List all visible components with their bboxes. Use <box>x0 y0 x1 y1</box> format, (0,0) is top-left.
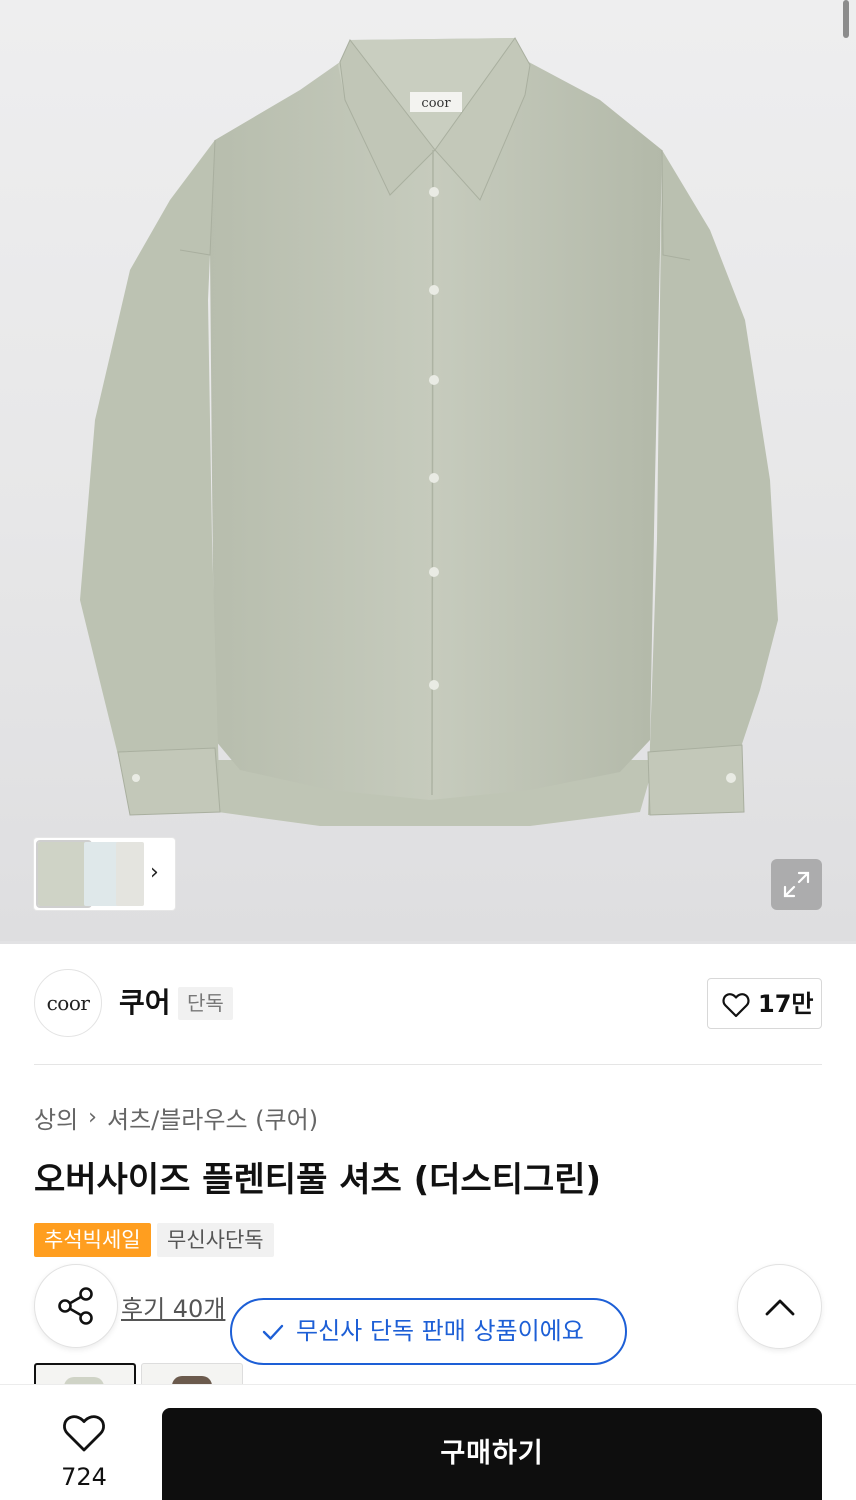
scroll-top-button[interactable] <box>737 1264 822 1349</box>
thumbnail-1[interactable] <box>36 840 92 908</box>
chevron-right-icon[interactable]: › <box>150 860 159 886</box>
product-image[interactable]: coor <box>0 0 856 943</box>
brand-name[interactable]: 쿠어 <box>119 984 171 1022</box>
heart-outline-icon[interactable] <box>62 1413 106 1453</box>
wish-count: 724 <box>61 1463 107 1491</box>
share-button[interactable] <box>34 1264 118 1348</box>
exclusive-toast: 무신사 단독 판매 상품이에요 <box>230 1298 627 1365</box>
share-icon <box>58 1287 93 1325</box>
review-link[interactable]: 후기 40개 <box>121 1292 225 1326</box>
chevron-right-icon: › <box>88 1104 97 1130</box>
toast-message: 무신사 단독 판매 상품이에요 <box>296 1317 584 1345</box>
brand-like-count: 17만 <box>758 990 814 1018</box>
divider <box>34 1064 822 1065</box>
breadcrumb-category[interactable]: 상의 <box>34 1100 78 1135</box>
check-icon <box>262 1324 284 1340</box>
buy-button[interactable]: 구매하기 <box>162 1408 822 1500</box>
thumbnail-strip[interactable]: › <box>34 838 175 910</box>
divider <box>0 941 856 944</box>
color-option-2[interactable] <box>141 1363 243 1385</box>
exclusive-tag: 무신사단독 <box>157 1223 274 1257</box>
svg-text:coor: coor <box>421 96 451 111</box>
product-title: 오버사이즈 플렌티풀 셔츠 (더스티그린) <box>34 1160 602 1200</box>
expand-image-button[interactable] <box>771 859 822 910</box>
sale-tag: 추석빅세일 <box>34 1223 151 1257</box>
breadcrumb: 상의 › 셔츠/블라우스 (쿠어) <box>34 1100 318 1134</box>
chevron-up-icon <box>765 1299 795 1316</box>
exclusive-badge: 단독 <box>178 987 233 1020</box>
breadcrumb-subcategory[interactable]: 셔츠/블라우스 (쿠어) <box>107 1100 318 1135</box>
heart-outline-icon <box>722 993 750 1018</box>
thumbnail-3[interactable] <box>116 842 144 906</box>
product-image-gallery[interactable]: coor › <box>0 0 856 943</box>
scroll-indicator <box>843 0 849 38</box>
color-option-1[interactable] <box>34 1363 136 1385</box>
expand-icon <box>783 871 810 898</box>
brand-like-button[interactable]: 17만 <box>707 978 822 1029</box>
brand-logo[interactable]: coor <box>34 969 102 1037</box>
